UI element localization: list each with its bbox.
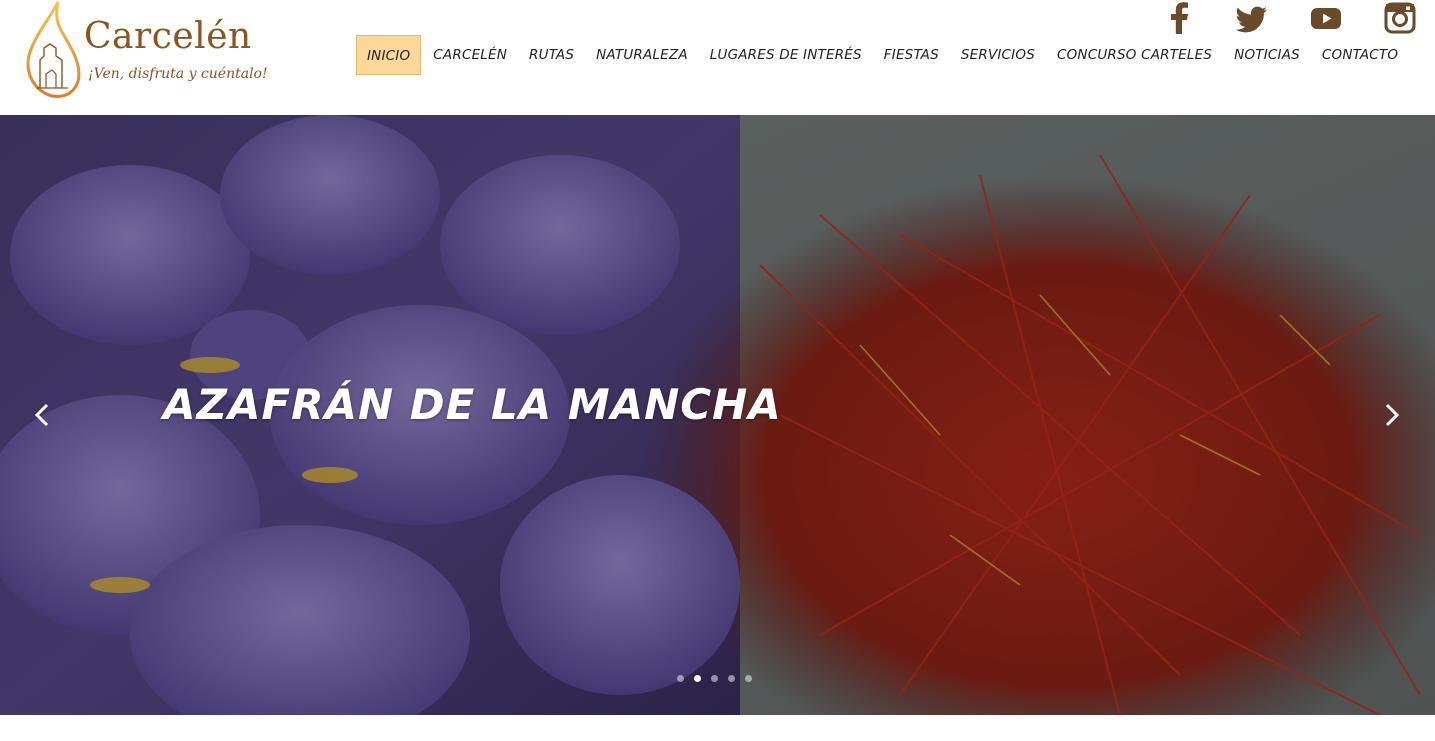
slider-dot[interactable] <box>677 675 684 682</box>
site-header: Carcelén ¡Ven, disfruta y cuéntalo! INIC… <box>0 0 1435 115</box>
chevron-right-icon <box>1385 403 1400 427</box>
hero-slider: AZAFRÁN DE LA MANCHA <box>0 115 1435 715</box>
facebook-icon[interactable] <box>1166 2 1192 34</box>
twitter-icon[interactable] <box>1236 2 1268 34</box>
slide-caption: AZAFRÁN DE LA MANCHA <box>163 380 782 429</box>
slider-dots <box>677 675 762 682</box>
slider-dot[interactable] <box>745 675 752 682</box>
nav-item-inicio[interactable]: INICIO <box>356 35 422 75</box>
chevron-left-icon <box>34 403 49 427</box>
nav-item-concurso-carteles[interactable]: CONCURSO CARTELES <box>1047 35 1222 75</box>
nav-item-naturaleza[interactable]: NATURALEZA <box>586 35 698 75</box>
site-logo[interactable]: Carcelén ¡Ven, disfruta y cuéntalo! <box>22 0 268 100</box>
main-navigation: INICIO CARCELÉN RUTAS NATURALEZA LUGARES… <box>356 35 1410 75</box>
logo-tagline: ¡Ven, disfruta y cuéntalo! <box>88 66 268 82</box>
slider-prev-button[interactable] <box>28 400 58 430</box>
content-start-strip <box>0 715 1435 741</box>
logo-flame-icon <box>26 1 81 98</box>
nav-item-fiestas[interactable]: FIESTAS <box>874 35 949 75</box>
slider-dot[interactable] <box>711 675 718 682</box>
logo-title: Carcelén <box>84 16 252 57</box>
nav-item-carcelen[interactable]: CARCELÉN <box>423 35 517 75</box>
nav-item-contacto[interactable]: CONTACTO <box>1312 35 1408 75</box>
slider-next-button[interactable] <box>1376 400 1406 430</box>
instagram-icon[interactable] <box>1384 2 1416 34</box>
youtube-icon[interactable] <box>1310 2 1342 34</box>
nav-item-servicios[interactable]: SERVICIOS <box>951 35 1045 75</box>
nav-item-rutas[interactable]: RUTAS <box>519 35 584 75</box>
slider-dot[interactable] <box>728 675 735 682</box>
nav-item-noticias[interactable]: NOTICIAS <box>1224 35 1310 75</box>
slider-dot-active[interactable] <box>694 675 701 682</box>
nav-item-lugares-de-interes[interactable]: LUGARES DE INTERÉS <box>700 35 872 75</box>
